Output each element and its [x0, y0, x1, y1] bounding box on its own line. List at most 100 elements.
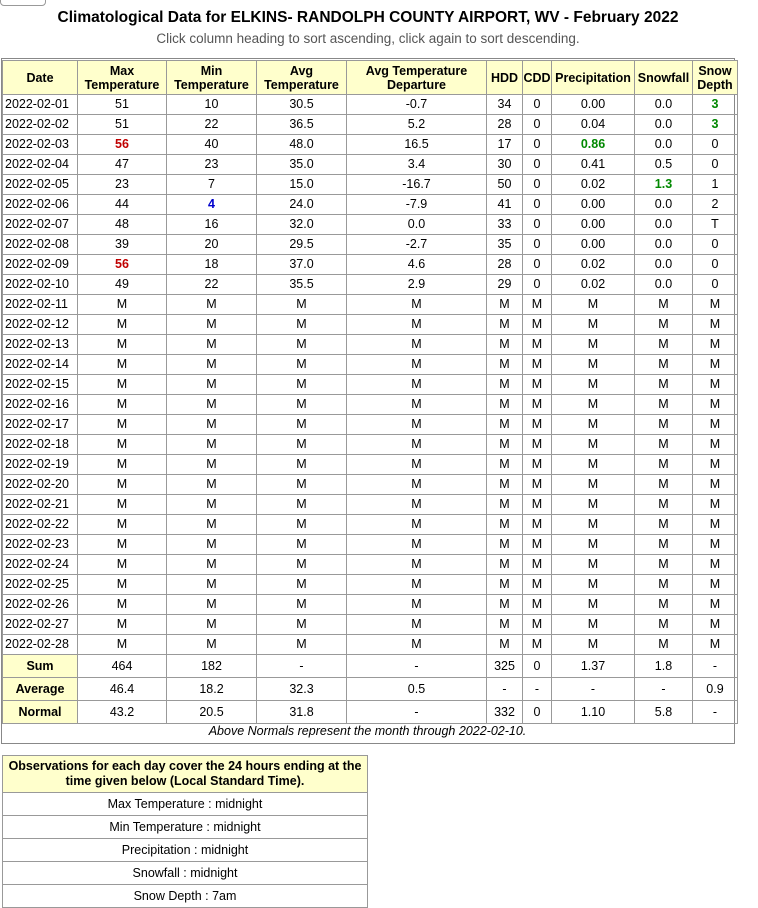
table-cell: 3	[692, 94, 738, 115]
table-cell: M	[522, 594, 552, 615]
column-header-avg-temperature[interactable]: Avg Temperature	[256, 60, 347, 95]
table-cell: M	[692, 374, 738, 395]
column-header-min-temperature[interactable]: Min Temperature	[166, 60, 257, 95]
table-cell: M	[256, 494, 347, 515]
observation-times-table: Observations for each day cover the 24 h…	[2, 755, 368, 908]
table-cell: M	[551, 614, 635, 635]
date-cell: 2022-02-02	[2, 114, 78, 135]
summary-cell: -	[522, 677, 552, 701]
table-cell: M	[166, 414, 257, 435]
column-header-max-temperature[interactable]: Max Temperature	[77, 60, 167, 95]
table-cell: M	[256, 554, 347, 575]
date-cell: 2022-02-17	[2, 414, 78, 435]
table-cell: M	[166, 554, 257, 575]
table-cell: 0.0	[634, 194, 693, 215]
table-cell: M	[692, 434, 738, 455]
table-cell: 51	[77, 94, 167, 115]
table-cell: 0.02	[551, 274, 635, 295]
summary-cell: -	[634, 677, 693, 701]
table-cell: M	[522, 354, 552, 375]
table-cell: 0	[522, 94, 552, 115]
summary-cell: -	[486, 677, 523, 701]
date-cell: 2022-02-08	[2, 234, 78, 255]
table-row: 2022-02-08 39 20 29.5 -2.7 35 0 0.00 0.0 0	[2, 234, 738, 255]
observation-item: Snowfall : midnight	[2, 861, 368, 885]
table-cell: M	[166, 514, 257, 535]
table-cell: M	[346, 374, 487, 395]
table-cell: M	[551, 474, 635, 495]
table-cell: -0.7	[346, 94, 487, 115]
table-cell: 0.41	[551, 154, 635, 175]
table-row: 2022-02-18 M M M M M M M M M	[2, 434, 738, 455]
table-cell: M	[551, 394, 635, 415]
summary-body: Sum 464 182- -325 0 1.37 1.8- Average 46.4 18.2 32…	[2, 654, 738, 724]
summary-row-normal: Normal 43.2 20.5 31.8-332 0 1.10 5.8-	[2, 700, 738, 724]
table-row: 2022-02-27 M M M M M M M M M	[2, 614, 738, 635]
table-cell: 0	[522, 174, 552, 195]
column-header-avg-temperature-departure[interactable]: Avg Temperature Departure	[346, 60, 487, 95]
table-cell: M	[166, 474, 257, 495]
date-cell: 2022-02-03	[2, 134, 78, 155]
date-cell: 2022-02-05	[2, 174, 78, 195]
table-cell: 0	[522, 134, 552, 155]
table-cell: M	[346, 574, 487, 595]
observation-item: Precipitation : midnight	[2, 838, 368, 862]
table-cell: 1	[692, 174, 738, 195]
date-cell: 2022-02-25	[2, 574, 78, 595]
table-cell: -2.7	[346, 234, 487, 255]
date-cell: 2022-02-14	[2, 354, 78, 375]
table-cell: M	[256, 294, 347, 315]
table-cell: M	[522, 294, 552, 315]
table-cell: M	[634, 534, 693, 555]
column-header-date[interactable]: Date	[2, 60, 78, 95]
column-header-cdd[interactable]: CDD	[522, 60, 552, 95]
table-cell: 40	[166, 134, 257, 155]
table-row: 2022-02-07 48 16 32.0 0.0 33 0 0.00 0.0 T	[2, 214, 738, 235]
table-cell: M	[551, 434, 635, 455]
column-header-label: Date	[26, 70, 54, 85]
column-header-snow-depth[interactable]: Snow Depth	[692, 60, 738, 95]
date-cell: 2022-02-20	[2, 474, 78, 495]
table-cell: M	[634, 474, 693, 495]
date-cell: 2022-02-11	[2, 294, 78, 315]
observation-row: Precipitation : midnight	[2, 838, 368, 862]
summary-cell: -	[346, 700, 487, 724]
table-row: 2022-02-09 56 18 37.0 4.6 28 0 0.02 0.0 0	[2, 254, 738, 275]
table-cell: 10	[166, 94, 257, 115]
column-header-hdd[interactable]: HDD	[486, 60, 523, 95]
summary-cell: -	[346, 654, 487, 678]
table-cell: M	[256, 594, 347, 615]
summary-cell: 46.4	[77, 677, 167, 701]
header-row: Date Max Temperature Min Temperature Avg Tempe…	[2, 60, 738, 95]
column-header-snowfall[interactable]: Snowfall	[634, 60, 693, 95]
table-cell: M	[522, 374, 552, 395]
table-cell: M	[486, 354, 523, 375]
column-header-label: Snowfall	[637, 70, 690, 85]
table-cell: M	[77, 414, 167, 435]
table-cell: 36.5	[256, 114, 347, 135]
table-cell: M	[522, 614, 552, 635]
table-cell: 0	[692, 274, 738, 295]
summary-label: Sum	[2, 654, 78, 678]
table-cell: M	[166, 614, 257, 635]
table-cell: 33	[486, 214, 523, 235]
table-cell: M	[692, 534, 738, 555]
table-cell: M	[346, 594, 487, 615]
table-cell: 30	[486, 154, 523, 175]
column-header-label: Depth	[697, 77, 733, 92]
column-header-precipitation[interactable]: Precipitation	[551, 60, 635, 95]
table-cell: M	[522, 514, 552, 535]
table-cell: M	[692, 574, 738, 595]
table-cell: M	[634, 614, 693, 635]
summary-cell: 1.37	[551, 654, 635, 678]
table-cell: T	[692, 214, 738, 235]
table-cell: M	[692, 354, 738, 375]
table-cell: M	[522, 494, 552, 515]
table-body: 2022-02-01 51 10 30.5 -0.7 34 0 0.00 0.0 3 2022-02…	[2, 94, 738, 655]
table-cell: M	[346, 474, 487, 495]
table-cell: 37.0	[256, 254, 347, 275]
observation-header: Observations for each day cover the 24 h…	[2, 755, 368, 793]
table-cell: M	[346, 614, 487, 635]
table-cell: M	[77, 634, 167, 655]
table-cell: -16.7	[346, 174, 487, 195]
